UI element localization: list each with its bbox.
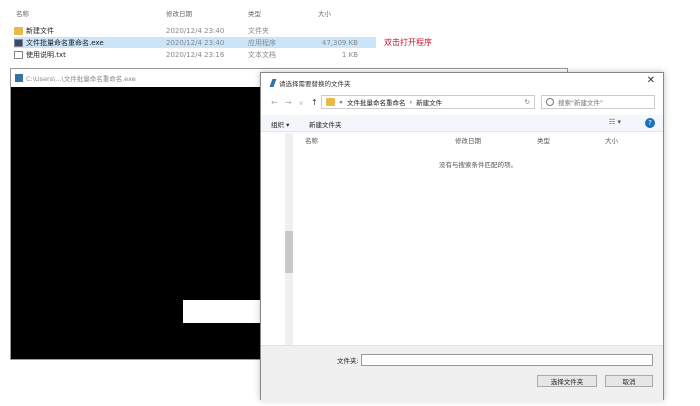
breadcrumb-overflow[interactable]: « (339, 98, 343, 106)
up-arrow-icon[interactable]: ↑ (311, 98, 318, 107)
folder-field[interactable] (361, 354, 653, 366)
empty-message: 没有与搜索条件匹配的项。 (439, 161, 517, 169)
column-header-name[interactable]: 名称 (305, 135, 318, 145)
folder-field-label: 文件夹: (337, 357, 359, 365)
file-name: 文件批量命名重命名.exe (26, 38, 104, 47)
column-header-size[interactable]: 大小 (605, 135, 618, 145)
console-blank-region (183, 300, 262, 323)
file-type: 文本文档 (248, 50, 276, 59)
tree-scrollbar[interactable] (285, 133, 293, 345)
folder-icon (14, 26, 23, 35)
search-icon (546, 98, 554, 106)
column-header-date[interactable]: 修改日期 (455, 135, 481, 145)
file-date: 2020/12/4 23:40 (166, 38, 225, 47)
column-header-type[interactable]: 类型 (248, 8, 261, 18)
organize-button[interactable]: 组织 ▾ (271, 119, 289, 129)
scrollbar-thumb[interactable] (285, 231, 293, 273)
search-input[interactable]: 搜索"新建文件" (558, 97, 603, 107)
annotation-text: 双击打开程序 (384, 38, 432, 47)
back-arrow-icon[interactable]: ← (271, 98, 278, 107)
folder-icon (326, 98, 335, 106)
list-item[interactable]: 新建文件 2020/12/4 23:40 文件夹 (14, 25, 376, 36)
file-size: 1 KB (341, 50, 358, 59)
list-item[interactable]: 使用说明.txt 2020/12/4 23:16 文本文档 1 KB (14, 49, 376, 60)
column-header-type[interactable]: 类型 (537, 135, 550, 145)
feather-icon (269, 79, 277, 87)
help-icon[interactable]: ? (645, 118, 655, 128)
folder-picker-dialog[interactable]: 请选择需要替换的文件夹 ✕ ← → ∨ ↑ « 文件批量命名重命名 › 新建文件… (260, 72, 664, 402)
file-date: 2020/12/4 23:40 (166, 26, 225, 35)
console-title: C:\Users\...\文件批量命名重命名.exe (26, 75, 136, 83)
toolbar: 组织 ▾ 新建文件夹 ☷ ▾ ? (261, 115, 663, 132)
column-header-size[interactable]: 大小 (318, 8, 331, 18)
file-name: 新建文件 (26, 26, 54, 35)
dialog-title: 请选择需要替换的文件夹 (279, 80, 351, 88)
list-item[interactable]: 文件批量命名重命名.exe 2020/12/4 23:40 应用程序 47,30… (14, 37, 376, 48)
forward-arrow-icon[interactable]: → (285, 98, 292, 107)
file-type: 应用程序 (248, 38, 276, 47)
search-box[interactable]: 搜索"新建文件" (541, 95, 655, 109)
cancel-button[interactable]: 取消 (605, 375, 653, 387)
breadcrumb-separator: › (409, 98, 413, 106)
column-header-date[interactable]: 修改日期 (166, 8, 192, 18)
column-header-name[interactable]: 名称 (16, 8, 29, 18)
address-bar[interactable]: « 文件批量命名重命名 › 新建文件 ↻ (321, 95, 535, 109)
breadcrumb-item[interactable]: 文件批量命名重命名 (347, 97, 406, 107)
file-size: 47,309 KB (321, 38, 358, 47)
breadcrumb-item[interactable]: 新建文件 (416, 97, 442, 107)
dialog-footer: 文件夹: 选择文件夹 取消 (261, 345, 663, 402)
recent-locations-icon[interactable]: ∨ (299, 100, 303, 107)
refresh-icon[interactable]: ↻ (525, 98, 530, 106)
file-date: 2020/12/4 23:16 (166, 50, 225, 59)
exe-icon (14, 38, 23, 47)
view-options-icon[interactable]: ☷ ▾ (609, 118, 621, 126)
python-icon (15, 74, 23, 82)
file-type: 文件夹 (248, 26, 269, 35)
text-file-icon (14, 50, 23, 59)
dialog-titlebar[interactable]: 请选择需要替换的文件夹 (269, 78, 351, 88)
close-icon[interactable]: ✕ (647, 75, 655, 86)
select-folder-button[interactable]: 选择文件夹 (537, 375, 597, 387)
file-name: 使用说明.txt (26, 50, 66, 59)
new-folder-button[interactable]: 新建文件夹 (309, 119, 342, 129)
